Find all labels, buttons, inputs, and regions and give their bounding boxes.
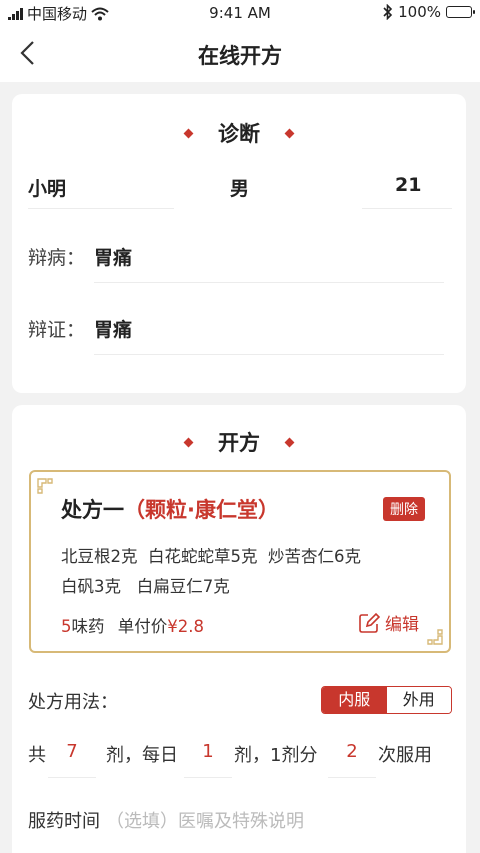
dosage-daily-input[interactable]: 1 [184, 741, 232, 762]
herb-count: 5 [61, 617, 72, 636]
diamond-icon [284, 128, 295, 138]
navigation-bar: 在线开方 [0, 26, 480, 82]
patient-gender[interactable]: 男 [230, 174, 249, 201]
diamond-icon [183, 128, 194, 138]
price-value: ¥2.8 [167, 617, 204, 636]
status-right: 100% [383, 3, 475, 21]
herb-line: 白矾3克 白扁豆仁7克 [61, 577, 230, 596]
diagnosis-section-title: 诊断 [12, 118, 466, 148]
medication-time-label: 服药时间 [28, 811, 100, 832]
dosage-suffix: 次服用 [378, 745, 432, 766]
prescribe-card: 开方 处方一（颗粒·康仁堂） 删除 北豆根2克 白花蛇蛇草5克 炒苦杏仁6克 白… [12, 405, 466, 853]
prescription-name: 处方一 [61, 498, 124, 522]
syndrome-underline [94, 354, 444, 355]
prescription-title: 处方一（颗粒·康仁堂） [61, 494, 279, 524]
usage-option-internal[interactable]: 内服 [322, 687, 387, 713]
status-bar: 中国移动 9:41 AM 100% [0, 0, 480, 26]
dosage-total-input[interactable]: 7 [48, 741, 96, 762]
prescribe-title-text: 开方 [218, 431, 260, 455]
disease-value[interactable]: 胃痛 [94, 243, 132, 270]
usage-toggle[interactable]: 内服 外用 [321, 686, 452, 714]
dosage-total-underline [48, 777, 96, 778]
patient-name[interactable]: 小明 [28, 174, 66, 201]
bluetooth-icon [383, 4, 393, 20]
edit-button[interactable]: 编辑 [358, 610, 419, 635]
dosage-daily-text: 剂，每日 [106, 745, 178, 766]
diamond-icon [284, 437, 295, 447]
edit-icon [359, 612, 380, 633]
prescription-type: （颗粒·康仁堂） [124, 498, 279, 522]
disease-underline [94, 282, 444, 283]
page-title: 在线开方 [198, 44, 282, 68]
delete-button[interactable]: 删除 [383, 497, 425, 521]
herb-count-unit: 味药 [71, 617, 105, 636]
dosage-daily-underline [184, 777, 232, 778]
diagnosis-card: 诊断 小明 男 21 辩病： 胃痛 辩证： 胃痛 [12, 94, 466, 393]
disease-label: 辩病： [28, 247, 86, 269]
name-underline [28, 208, 174, 209]
battery-percent: 100% [398, 3, 441, 21]
corner-ornament-icon [37, 478, 53, 494]
corner-ornament-icon [427, 629, 443, 645]
patient-age[interactable]: 21 [395, 174, 421, 196]
prescription-card[interactable]: 处方一（颗粒·康仁堂） 删除 北豆根2克 白花蛇蛇草5克 炒苦杏仁6克 白矾3克… [29, 470, 451, 653]
age-underline [362, 208, 452, 209]
edit-label: 编辑 [385, 615, 419, 635]
dosage-split-input[interactable]: 2 [328, 741, 376, 762]
syndrome-value[interactable]: 胃痛 [94, 315, 132, 342]
dosage-split-underline [328, 777, 376, 778]
usage-label: 处方用法： [28, 692, 118, 713]
battery-icon [446, 6, 475, 18]
prescription-summary: 5味药 单付价¥2.8 [61, 613, 204, 637]
usage-option-external[interactable]: 外用 [386, 687, 451, 713]
diagnosis-title-text: 诊断 [218, 122, 260, 146]
herb-line: 北豆根2克 白花蛇蛇草5克 炒苦杏仁6克 [61, 547, 361, 566]
diamond-icon [183, 437, 194, 447]
syndrome-label: 辩证： [28, 319, 86, 341]
dosage-split-text: 剂，1剂分 [234, 745, 318, 766]
medication-time-input[interactable]: （选填）医嘱及特殊说明 [106, 807, 304, 833]
prescribe-section-title: 开方 [12, 427, 466, 457]
dosage-prefix: 共 [28, 745, 46, 766]
price-label: 单付价 [117, 617, 168, 636]
herb-list: 北豆根2克 白花蛇蛇草5克 炒苦杏仁6克 白矾3克 白扁豆仁7克 [61, 542, 361, 602]
